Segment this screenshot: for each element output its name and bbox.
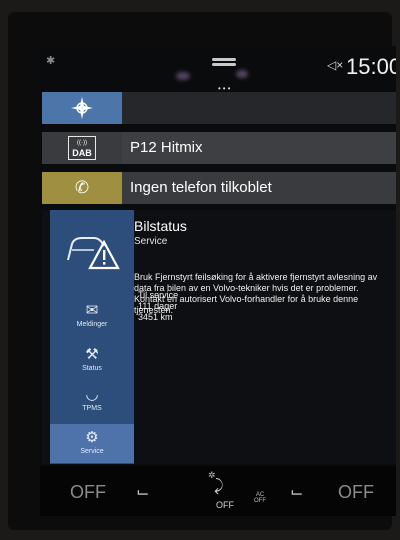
right-temperature-button[interactable]: OFF: [338, 482, 374, 503]
car-status-panel: ✉ Meldinger ⚒ Status ◡ TPMS ⚙ Service Bi…: [42, 210, 396, 464]
sidebar-item-status[interactable]: ⚒ Status: [50, 346, 134, 372]
service-due-days: 111 dager: [138, 301, 178, 311]
service-due-km: 3451 km: [138, 312, 173, 322]
phone-tile[interactable]: ✆ Ingen telefon tilkoblet: [42, 172, 396, 204]
phone-tile-body: Ingen telefon tilkoblet: [122, 172, 396, 204]
wrench-icon: ⚒: [85, 346, 99, 363]
top-drawer-handle[interactable]: [212, 58, 236, 61]
ac-state: OFF: [254, 498, 266, 504]
service-icon: ⚙: [85, 429, 99, 446]
tire-pressure-icon: ◡: [85, 386, 99, 403]
phone-tile-icon-area: ✆: [42, 172, 122, 204]
sidebar-item-service[interactable]: ⚙ Service: [50, 424, 134, 463]
sidebar-item-label: Meldinger: [76, 321, 108, 328]
service-due-label: Til service: [138, 290, 179, 300]
left-seat-heat-icon[interactable]: ⌙: [136, 482, 149, 502]
light-reflection: [176, 72, 190, 80]
phone-status-text: Ingen telefon tilkoblet: [130, 179, 272, 196]
navigation-tile-icon-area: [42, 92, 122, 124]
panel-subtitle: Service: [134, 236, 168, 247]
radio-station-name: P12 Hitmix: [130, 139, 203, 156]
car-warning-icon: [67, 237, 120, 270]
car-status-sidebar: ✉ Meldinger ⚒ Status ◡ TPMS ⚙ Service: [50, 210, 134, 464]
sidebar-item-label: Status: [82, 365, 102, 372]
radio-tile-body: P12 Hitmix: [122, 132, 396, 164]
airflow-icon[interactable]: ⤸: [214, 478, 224, 496]
left-temperature-button[interactable]: OFF: [70, 482, 106, 503]
airflow-state: OFF: [216, 500, 234, 510]
sidebar-item-label: TPMS: [82, 405, 102, 412]
sidebar-item-label: Service: [80, 448, 104, 455]
sidebar-item-meldinger[interactable]: ✉ Meldinger: [50, 302, 134, 328]
panel-title: Bilstatus: [134, 218, 187, 234]
sidebar-item-tpms[interactable]: ◡ TPMS: [50, 386, 134, 412]
radio-tile[interactable]: ((·)) DAB P12 Hitmix: [42, 132, 396, 164]
speaker-mute-icon: ◁×: [327, 58, 344, 72]
navigation-tile[interactable]: [42, 92, 396, 124]
clock: 15:00: [346, 54, 396, 79]
navigation-tile-body: [122, 92, 396, 124]
dab-radio-icon: ((·)) DAB: [68, 136, 96, 160]
light-reflection: [236, 70, 248, 78]
infotainment-screen: ✱ ••• ◁× 15:00 ((·)) DAB P12 Hitmix ✆ In…: [40, 46, 396, 516]
phone-icon: ✆: [74, 178, 90, 197]
ac-button[interactable]: AC OFF: [254, 492, 266, 504]
right-seat-heat-icon[interactable]: ⌙: [290, 482, 303, 502]
radio-tile-icon-area: ((·)) DAB: [42, 132, 122, 164]
bluetooth-icon: ✱: [46, 55, 56, 67]
compass-icon: [71, 97, 93, 119]
climate-bar: OFF ⌙ ✲ ⤸ OFF AC OFF ⌙ OFF: [40, 466, 396, 516]
message-icon: ✉: [85, 302, 99, 319]
status-bar: ✱ ••• ◁× 15:00: [40, 46, 396, 93]
